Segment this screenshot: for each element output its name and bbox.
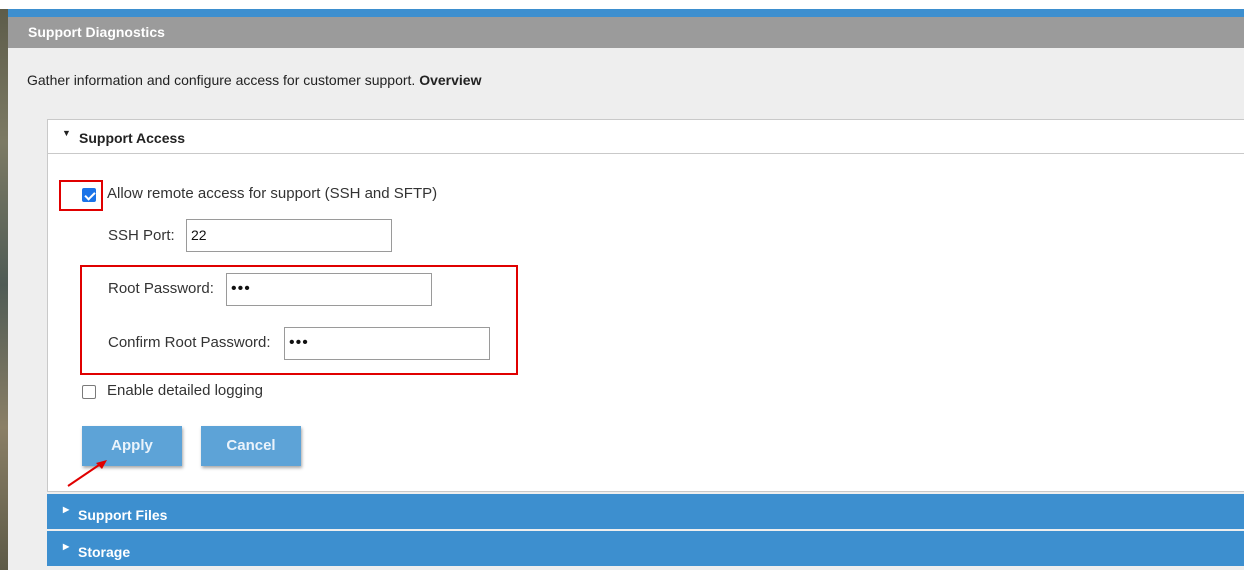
support-access-title: Support Access xyxy=(79,130,186,146)
support-access-header[interactable]: ▼ Support Access xyxy=(48,120,1244,154)
support-diagnostics-window: Support Diagnostics Gather information a… xyxy=(8,9,1244,570)
detailed-logging-label: Enable detailed logging xyxy=(107,382,263,399)
overview-link[interactable]: Overview xyxy=(419,72,481,88)
root-password-input[interactable]: ••• xyxy=(226,273,432,306)
remote-access-label: Allow remote access for support (SSH and… xyxy=(107,185,438,202)
detailed-logging-checkbox[interactable] xyxy=(82,385,96,399)
confirm-password-input[interactable]: ••• xyxy=(284,327,490,360)
intro-text: Gather information and configure access … xyxy=(27,72,481,88)
caret-down-icon: ▼ xyxy=(62,128,71,138)
caret-right-icon: ▶ xyxy=(63,542,70,551)
confirm-password-label: Confirm Root Password: xyxy=(108,334,271,351)
annotation-arrow-icon xyxy=(67,460,107,487)
page-title: Support Diagnostics xyxy=(8,17,1244,48)
ssh-port-input[interactable]: 22 xyxy=(186,219,392,252)
remote-access-checkbox[interactable] xyxy=(82,188,96,202)
section-support-files[interactable]: ▶ Support Files xyxy=(47,494,1244,529)
root-password-label: Root Password: xyxy=(108,280,214,297)
section-storage-label: Storage xyxy=(78,544,131,560)
window-top-edge xyxy=(0,0,1244,9)
intro-description: Gather information and configure access … xyxy=(27,72,416,88)
caret-right-icon: ▶ xyxy=(63,505,70,514)
ssh-port-label: SSH Port: xyxy=(108,227,175,244)
section-support-files-label: Support Files xyxy=(78,507,168,523)
section-storage[interactable]: ▶ Storage xyxy=(47,531,1244,566)
desktop-background xyxy=(0,0,8,570)
accent-bar xyxy=(8,9,1244,17)
checkbox-highlight xyxy=(59,180,103,211)
cancel-button[interactable]: Cancel xyxy=(201,426,301,466)
